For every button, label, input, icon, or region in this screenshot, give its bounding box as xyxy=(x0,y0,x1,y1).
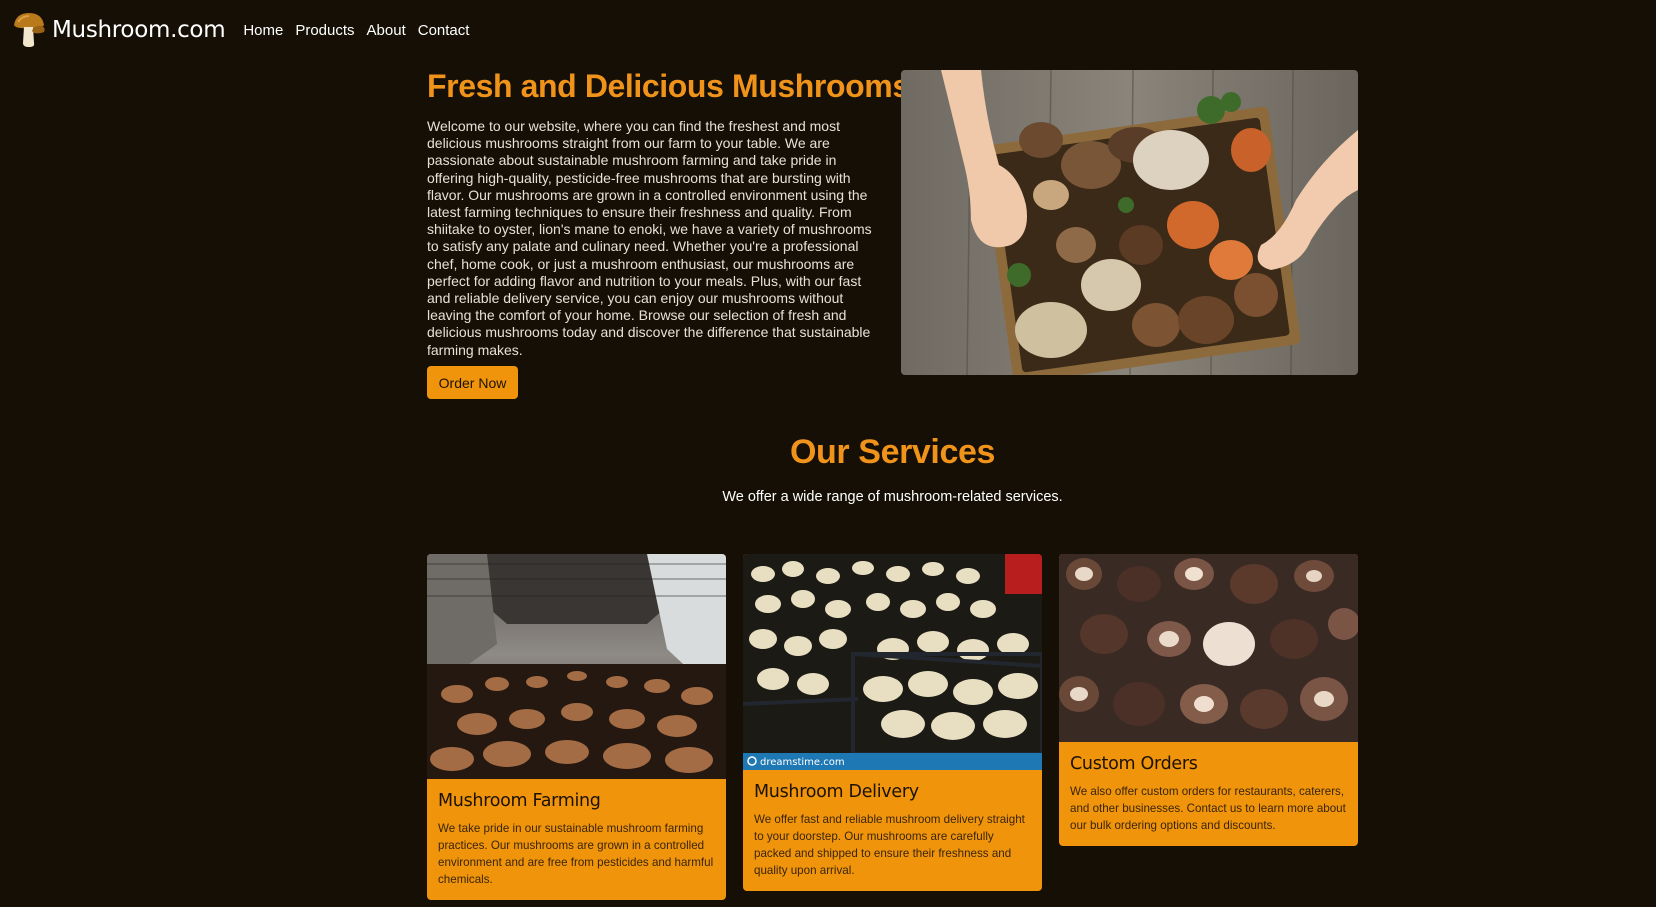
mushroom-crates-image: dreamstime.com xyxy=(743,554,1042,770)
shiitake-mushrooms-image xyxy=(1059,554,1358,742)
watermark-text: dreamstime.com xyxy=(760,757,845,768)
order-now-button[interactable]: Order Now xyxy=(427,366,518,399)
card-title-custom: Custom Orders xyxy=(1070,754,1198,774)
service-card-farming[interactable]: Mushroom Farming We take pride in our su… xyxy=(427,554,726,900)
nav-link-about[interactable]: About xyxy=(367,22,406,39)
nav-link-products[interactable]: Products xyxy=(295,22,354,39)
hero-mushroom-basket-image xyxy=(901,70,1358,375)
services-title: Our Services xyxy=(790,433,995,471)
nav-links: Home Products About Contact xyxy=(243,22,469,39)
nav-link-home[interactable]: Home xyxy=(243,22,283,39)
hero-title: Fresh and Delicious Mushrooms xyxy=(427,68,910,104)
mushroom-farm-image xyxy=(427,554,726,779)
navbar: Mushroom.com Home Products About Contact xyxy=(12,10,469,50)
card-text-farming: We take pride in our sustainable mushroo… xyxy=(438,822,714,886)
services-subtitle: We offer a wide range of mushroom-relate… xyxy=(722,489,1063,505)
nav-link-contact[interactable]: Contact xyxy=(418,22,470,39)
card-text-delivery: We offer fast and reliable mushroom deli… xyxy=(754,813,1025,877)
card-title-farming: Mushroom Farming xyxy=(438,791,601,811)
hero-description: Welcome to our website, where you can fi… xyxy=(427,118,872,358)
mushroom-logo-icon[interactable] xyxy=(12,11,46,49)
service-card-custom[interactable]: Custom Orders We also offer custom order… xyxy=(1059,554,1358,846)
card-text-custom: We also offer custom orders for restaura… xyxy=(1070,785,1346,832)
brand-name[interactable]: Mushroom.com xyxy=(52,17,226,43)
card-title-delivery: Mushroom Delivery xyxy=(754,782,919,802)
service-card-delivery[interactable]: dreamstime.com Mushroom Delivery We offe… xyxy=(743,554,1042,891)
